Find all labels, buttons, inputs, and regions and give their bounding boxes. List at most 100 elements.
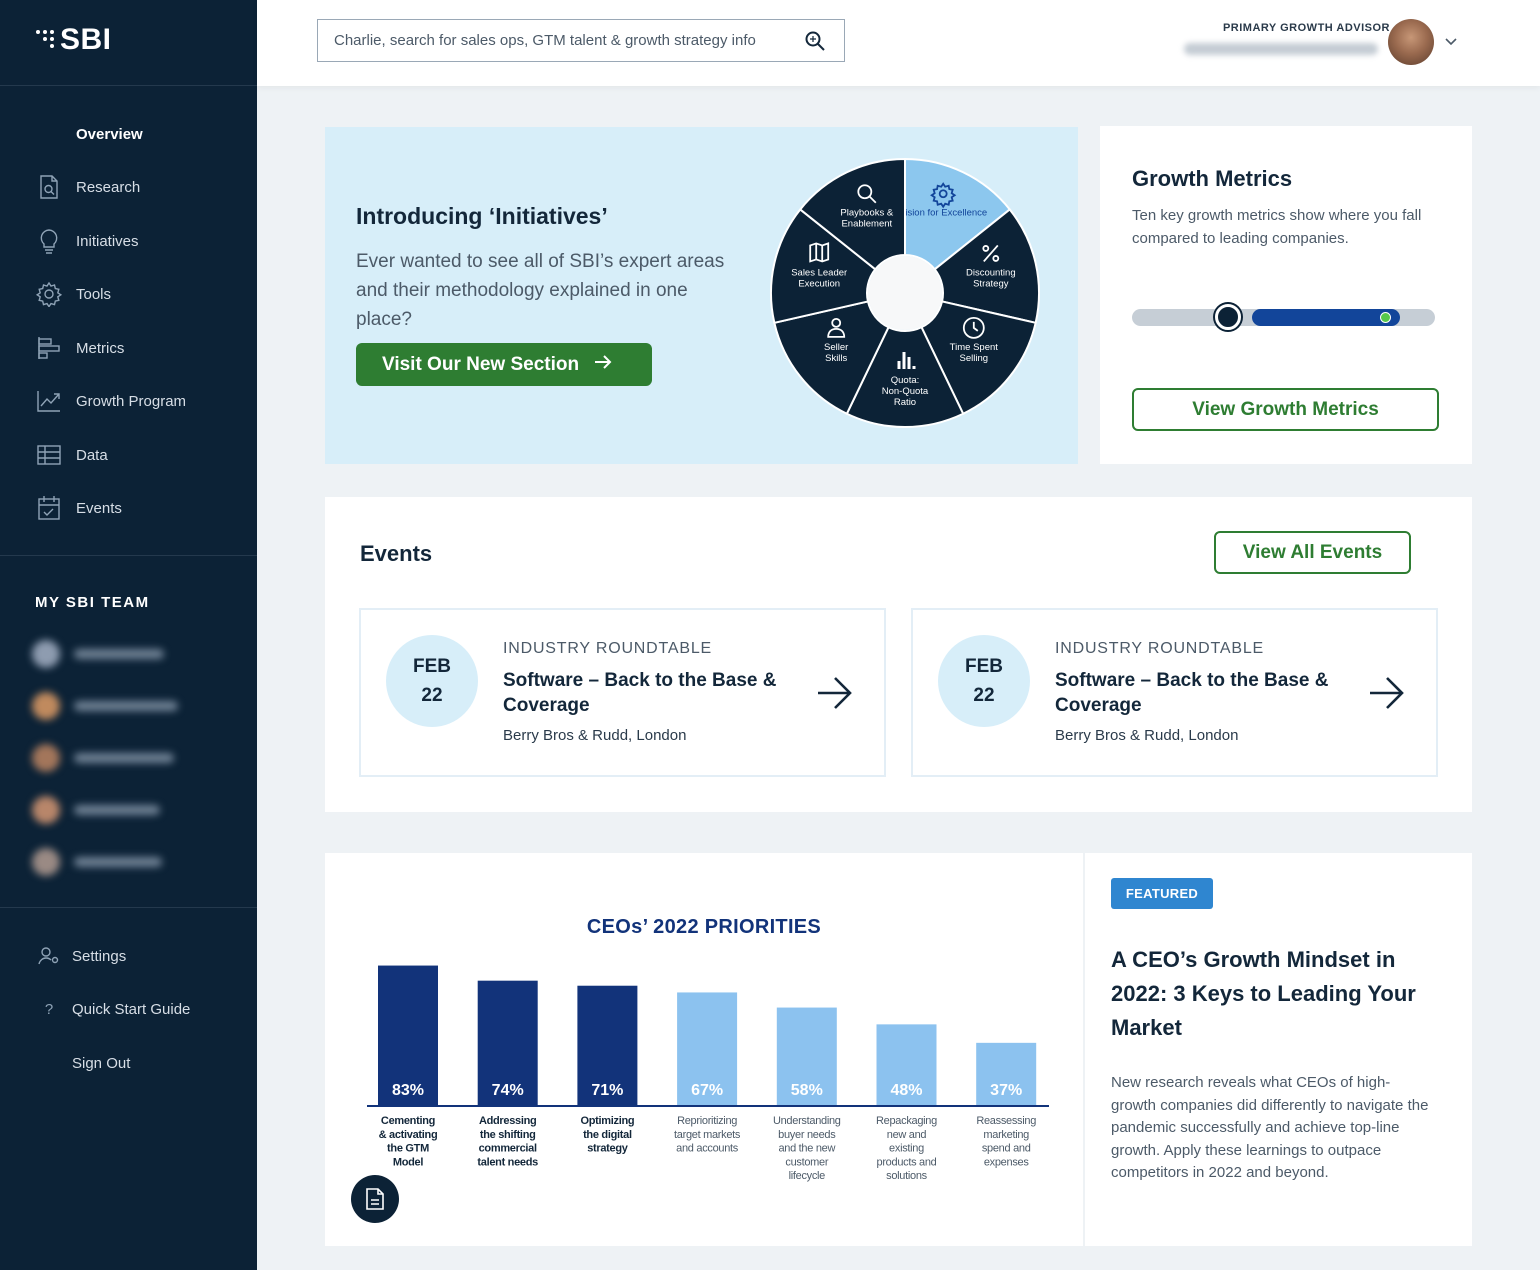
- growth-metrics-text: Ten key growth metrics show where you fa…: [1132, 207, 1422, 247]
- sidebar-item-label: Metrics: [76, 339, 125, 357]
- event-day: 22: [973, 685, 995, 706]
- table-icon: [36, 442, 62, 468]
- sidebar-item-tools[interactable]: Tools: [36, 281, 111, 307]
- sidebar-item-metrics[interactable]: Metrics: [36, 335, 124, 361]
- sidebar-item-data[interactable]: Data: [36, 442, 108, 468]
- featured-article-card[interactable]: FEATURED A CEO’s Growth Mindset in 2022:…: [1085, 853, 1472, 1246]
- arrow-right-icon[interactable]: [816, 676, 854, 715]
- wheel-center: [868, 256, 942, 330]
- visit-button-label: Visit Our New Section: [382, 353, 580, 375]
- search-placeholder: Charlie, search for sales ops, GTM talen…: [334, 32, 756, 49]
- event-card[interactable]: FEB 22 INDUSTRY ROUNDTABLE Software – Ba…: [911, 608, 1438, 777]
- slider-range-fill: [1252, 309, 1400, 326]
- sidebar-item-growth-program[interactable]: Growth Program: [36, 388, 186, 414]
- featured-title[interactable]: A CEO’s Growth Mindset in 2022: 3 Keys t…: [1111, 943, 1431, 1045]
- document-button[interactable]: [351, 1175, 399, 1223]
- bar-value-label: 83%: [392, 1082, 424, 1099]
- event-name: Software – Back to the Base & Coverage: [1055, 670, 1329, 716]
- bar-value-label: 67%: [691, 1082, 723, 1099]
- growth-metrics-title: Growth Metrics: [1132, 166, 1293, 191]
- sidebar-item-label: Initiatives: [76, 232, 139, 250]
- category-label: Reassessing marketing spend and expenses: [976, 1115, 1036, 1168]
- sidebar-divider: [0, 555, 257, 556]
- top-bar: Charlie, search for sales ops, GTM talen…: [257, 0, 1540, 86]
- document-icon: [366, 1188, 384, 1210]
- category-label: Understanding buyer needs and the new custo…: [773, 1115, 841, 1182]
- initiatives-text: Ever wanted to see all of SBI’s expert a…: [356, 251, 725, 330]
- bar-value-label: 58%: [791, 1082, 823, 1099]
- event-month: FEB: [965, 656, 1003, 677]
- event-date-badge: FEB 22: [386, 635, 478, 727]
- event-month: FEB: [413, 656, 451, 677]
- wheel-segment-label: Sales Leader Execution: [791, 267, 847, 289]
- logo-text: SBI: [60, 23, 112, 56]
- calendar-icon: [36, 495, 62, 521]
- team-member[interactable]: [32, 796, 160, 824]
- initiatives-card: Introducing ‘Initiatives’ Ever wanted to…: [325, 127, 1078, 464]
- event-location: Berry Bros & Rudd, London: [503, 727, 687, 744]
- advisor-label: PRIMARY GROWTH ADVISOR: [1222, 22, 1390, 34]
- category-label: Reprioritizing target markets and accounts: [674, 1115, 741, 1155]
- team-member[interactable]: [32, 692, 178, 720]
- category-label: Optimizing the digital strategy: [580, 1115, 634, 1155]
- bar-value-label: 71%: [591, 1082, 623, 1099]
- gear-icon: [36, 281, 62, 307]
- arrow-right-icon: [593, 354, 613, 376]
- initiatives-wheel[interactable]: Vision for Excellence Discounting Strategy…: [769, 157, 1041, 429]
- wheel-segment-label: Playbooks & Enablement: [840, 208, 893, 230]
- question-icon: ?: [44, 1000, 54, 1018]
- sidebar-item-label: Overview: [76, 125, 143, 143]
- user-settings-icon: [38, 946, 60, 966]
- category-label: Addressing the shifting commercial talent n…: [477, 1115, 538, 1168]
- initiatives-title: Introducing ‘Initiatives’: [356, 203, 608, 229]
- event-name: Software – Back to the Base & Coverage: [503, 670, 777, 716]
- team-member[interactable]: [32, 744, 174, 772]
- sidebar-item-events[interactable]: Events: [36, 495, 122, 521]
- featured-badge: FEATURED: [1111, 878, 1213, 909]
- team-title: MY SBI TEAM: [35, 594, 150, 611]
- event-card[interactable]: FEB 22 INDUSTRY ROUNDTABLE Software – Ba…: [359, 608, 886, 777]
- lightbulb-icon: [36, 228, 62, 254]
- sidebar-item-label: Growth Program: [76, 392, 187, 410]
- view-all-events-button[interactable]: View All Events: [1214, 531, 1411, 574]
- sidebar-item-label: Data: [76, 446, 108, 464]
- sidebar-item-initiatives[interactable]: Initiatives: [36, 228, 139, 254]
- sidebar-item-label: Research: [76, 178, 141, 196]
- advisor-avatar[interactable]: [1388, 19, 1434, 65]
- visit-new-section-button[interactable]: Visit Our New Section: [356, 343, 652, 386]
- sbi-logo[interactable]: SBI: [34, 22, 112, 58]
- logo-dots-icon: [34, 28, 58, 52]
- sign-out-label: Sign Out: [72, 1054, 131, 1072]
- sidebar: SBI Overview Research Initiatives Tools …: [0, 0, 257, 1270]
- arrow-right-icon[interactable]: [1368, 676, 1406, 715]
- growth-metrics-slider[interactable]: [1132, 304, 1435, 330]
- slider-target-dot: [1380, 312, 1391, 323]
- priorities-chart-card: CEOs’ 2022 PRIORITIES 83% Cementing & acti…: [325, 853, 1083, 1246]
- search-input[interactable]: Charlie, search for sales ops, GTM talen…: [317, 19, 845, 62]
- slider-handle[interactable]: [1215, 304, 1241, 330]
- sidebar-item-label: Tools: [76, 285, 112, 303]
- chevron-down-icon[interactable]: [1444, 34, 1458, 52]
- bar-value-label: 37%: [990, 1082, 1022, 1099]
- team-member[interactable]: [32, 640, 164, 668]
- team-member[interactable]: [32, 848, 162, 876]
- events-title: Events: [360, 541, 433, 566]
- sidebar-divider: [0, 907, 257, 908]
- wheel-segment-label: Discounting Strategy: [966, 267, 1016, 289]
- settings-label: Settings: [72, 947, 127, 965]
- sidebar-divider: [0, 85, 257, 86]
- sign-out-link[interactable]: Sign Out: [72, 1052, 130, 1074]
- quick-start-guide-link[interactable]: ? Quick Start Guide: [38, 998, 191, 1020]
- sidebar-item-overview[interactable]: Overview: [76, 121, 143, 147]
- wheel-segment-label: Vision for Excellence: [899, 208, 987, 219]
- event-type: INDUSTRY ROUNDTABLE: [503, 640, 713, 657]
- sidebar-item-research[interactable]: Research: [36, 174, 140, 200]
- priorities-bar-chart: 83% Cementing & activating the GTM Model 74% A…: [367, 965, 1049, 1182]
- search-icon[interactable]: [804, 30, 826, 56]
- view-growth-metrics-button[interactable]: View Growth Metrics: [1132, 388, 1439, 431]
- settings-link[interactable]: Settings: [38, 945, 126, 967]
- events-card: Events View All Events FEB 22 INDUSTRY R…: [325, 497, 1472, 812]
- event-location: Berry Bros & Rudd, London: [1055, 727, 1239, 744]
- advisor-name-blurred: [1184, 43, 1378, 55]
- document-search-icon: [36, 174, 62, 200]
